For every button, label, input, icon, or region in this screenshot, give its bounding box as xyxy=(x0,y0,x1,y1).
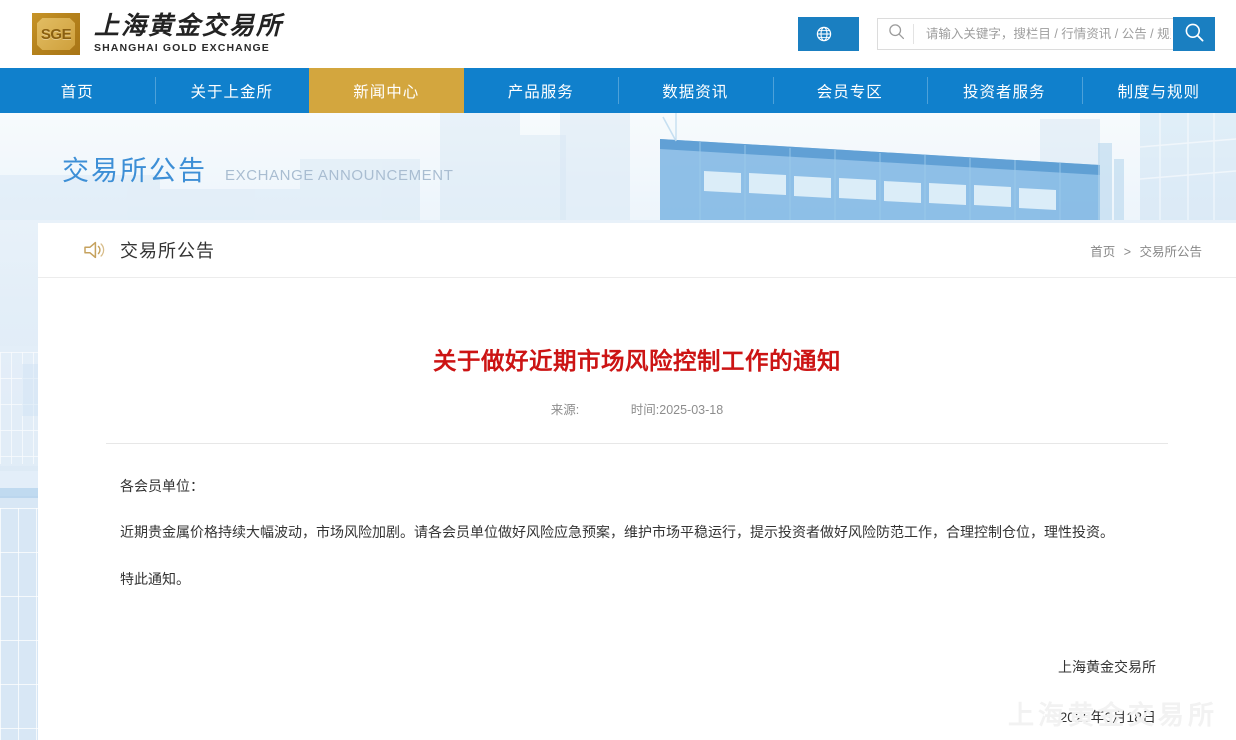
article-paragraph: 各会员单位： xyxy=(120,477,204,494)
breadcrumb-home[interactable]: 首页 xyxy=(1090,245,1115,259)
breadcrumb: 首页 > 交易所公告 xyxy=(1090,241,1202,260)
article-title: 关于做好近期市场风险控制工作的通知 xyxy=(433,348,841,374)
sge-logo-mark-text: SGE xyxy=(40,25,72,43)
article-paragraph: 近期贵金属价格持续大幅波动，市场风险加剧。请各会员单位做好风险应急预案，维护市场… xyxy=(120,524,1114,541)
breadcrumb-current: 交易所公告 xyxy=(1139,244,1202,259)
banner-title: 交易所公告 EXCHANGE ANNOUNCEMENT xyxy=(62,149,453,188)
search-field[interactable] xyxy=(877,18,1173,50)
nav-label: 新闻中心 xyxy=(353,83,420,101)
main-navigation: 首页 关于上金所 新闻中心 产品服务 数据资讯 会员专区 投资者服务 制度与规则 xyxy=(0,68,1236,113)
search-icon xyxy=(1184,22,1205,46)
nav-item-news-center[interactable]: 新闻中心 xyxy=(309,68,464,113)
nav-label: 会员专区 xyxy=(816,83,883,101)
nav-item-investor-services[interactable]: 投资者服务 xyxy=(927,68,1082,113)
card-title: 交易所公告 xyxy=(120,241,215,261)
nav-label: 投资者服务 xyxy=(962,83,1046,101)
banner-title-cn: 交易所公告 xyxy=(62,156,207,186)
site-logo[interactable]: SGE 上海黄金交易所 SHANGHAI GOLD EXCHANGE xyxy=(32,13,283,55)
nav-item-about[interactable]: 关于上金所 xyxy=(154,68,310,113)
search-box xyxy=(877,17,1215,51)
article-time: 时间:2025-03-18 xyxy=(630,402,724,417)
nav-label: 关于上金所 xyxy=(190,83,273,101)
article: 关于做好近期市场风险控制工作的通知 来源: 时间:2025-03-18 各会员单… xyxy=(38,346,1236,724)
card-header: 交易所公告 首页 > 交易所公告 xyxy=(38,223,1236,278)
header-actions xyxy=(798,17,1215,51)
nav-item-rules[interactable]: 制度与规则 xyxy=(1081,68,1236,113)
nav-item-home[interactable]: 首页 xyxy=(0,68,155,113)
logo-name-cn: 上海黄金交易所 xyxy=(94,12,284,40)
logo-wordmark: 上海黄金交易所 SHANGHAI GOLD EXCHANGE xyxy=(94,12,284,55)
nav-item-products[interactable]: 产品服务 xyxy=(464,68,619,113)
globe-icon xyxy=(816,26,832,42)
nav-item-data[interactable]: 数据资讯 xyxy=(618,68,773,113)
nav-label: 数据资讯 xyxy=(662,83,729,101)
breadcrumb-separator: > xyxy=(1123,244,1131,259)
sge-logo-icon: SGE xyxy=(32,13,80,55)
article-paragraph: 特此通知。 xyxy=(120,571,190,588)
article-source: 来源: xyxy=(550,402,580,417)
announcement-card: 交易所公告 首页 > 交易所公告 关于做好近期市场风险控制工作的通知 来源: 时… xyxy=(38,223,1236,740)
logo-name-en: SHANGHAI GOLD EXCHANGE xyxy=(94,42,270,55)
nav-label: 产品服务 xyxy=(507,83,574,101)
search-submit-button[interactable] xyxy=(1173,17,1215,51)
article-meta: 来源: 时间:2025-03-18 xyxy=(98,399,1176,418)
signature-date: 2025年3月18日 xyxy=(1059,709,1156,726)
page-watermark: 上海黄金交易所 xyxy=(1007,700,1218,730)
banner-title-en: EXCHANGE ANNOUNCEMENT xyxy=(225,167,454,184)
nav-item-members[interactable]: 会员专区 xyxy=(772,68,928,113)
page-banner: 交易所公告 EXCHANGE ANNOUNCEMENT xyxy=(0,113,1236,220)
article-body: 各会员单位： 近期贵金属价格持续大幅波动，市场风险加剧。请各会员单位做好风险应急… xyxy=(98,470,1176,597)
search-input[interactable] xyxy=(923,26,1173,42)
signature-organization: 上海黄金交易所 xyxy=(1058,659,1156,676)
nav-label: 首页 xyxy=(60,83,94,101)
megaphone-icon xyxy=(82,239,106,261)
nav-label: 制度与规则 xyxy=(1117,83,1200,101)
international-business-button[interactable] xyxy=(798,17,859,51)
site-header: SGE 上海黄金交易所 SHANGHAI GOLD EXCHANGE xyxy=(0,0,1236,68)
search-icon xyxy=(888,23,905,45)
meta-divider xyxy=(106,442,1168,444)
